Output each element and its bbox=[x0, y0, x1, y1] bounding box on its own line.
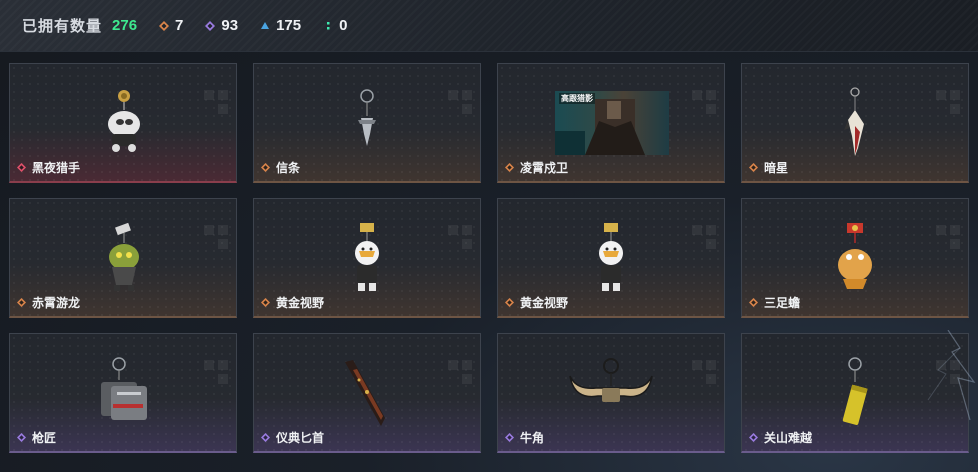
card-corner-pattern bbox=[936, 225, 960, 249]
item-name: 赤霄游龙 bbox=[32, 296, 81, 310]
horn-charm-icon bbox=[569, 358, 653, 402]
stat-purple-value: 93 bbox=[221, 17, 239, 34]
item-name-row: 三足蟾 bbox=[749, 294, 800, 311]
stat-orange: 7 bbox=[159, 17, 183, 34]
item-name: 黄金视野 bbox=[520, 296, 569, 310]
yellow-cylinder-charm-icon bbox=[842, 357, 868, 425]
purple-gem-icon bbox=[505, 433, 514, 442]
orange-gem-icon bbox=[261, 163, 270, 172]
purple-gem-icon bbox=[261, 433, 270, 442]
card-corner-pattern bbox=[204, 90, 228, 114]
card-corner-pattern bbox=[692, 360, 716, 384]
orange-gem-icon bbox=[159, 20, 170, 31]
video-caption: 高跟猎影 bbox=[559, 93, 595, 104]
green-gem-icon bbox=[327, 21, 330, 29]
orange-gem-icon bbox=[17, 298, 26, 307]
card-corner-pattern bbox=[448, 90, 472, 114]
item-card[interactable]: 暗星 bbox=[741, 63, 969, 183]
white-creature-charm-icon bbox=[108, 90, 140, 152]
blue-gem-icon bbox=[261, 21, 270, 29]
orange-gem-icon bbox=[261, 298, 270, 307]
red-gem-icon bbox=[17, 163, 26, 172]
item-name: 枪匠 bbox=[32, 431, 57, 445]
stat-blue-value: 175 bbox=[276, 17, 302, 34]
item-name-row: 枪匠 bbox=[17, 429, 56, 446]
orange-gem-icon bbox=[505, 163, 514, 172]
item-card[interactable]: 三足蟾 bbox=[741, 198, 969, 318]
green-dragon-charm-icon bbox=[109, 222, 139, 291]
item-card[interactable]: 高跟猎影 凌霄戍卫 bbox=[497, 63, 725, 183]
silver-blade-charm-icon bbox=[358, 89, 376, 146]
item-name: 牛角 bbox=[520, 431, 545, 445]
card-corner-pattern bbox=[448, 360, 472, 384]
chick-figure-charm-icon bbox=[599, 223, 623, 291]
card-corner-pattern bbox=[448, 225, 472, 249]
orange-gem-icon bbox=[505, 298, 514, 307]
item-name-row: 牛角 bbox=[505, 429, 544, 446]
card-corner-pattern bbox=[204, 225, 228, 249]
item-name-row: 黄金视野 bbox=[505, 294, 568, 311]
item-name: 黑夜猎手 bbox=[32, 161, 81, 175]
item-name-row: 黑夜猎手 bbox=[17, 159, 80, 176]
card-corner-pattern bbox=[204, 360, 228, 384]
item-card[interactable]: 黄金视野 bbox=[253, 198, 481, 318]
stat-blue: 175 bbox=[260, 17, 301, 34]
item-name-row: 凌霄戍卫 bbox=[505, 159, 568, 176]
stat-green-value: 0 bbox=[339, 17, 348, 34]
item-name-row: 关山难越 bbox=[749, 429, 812, 446]
item-name-row: 暗星 bbox=[749, 159, 788, 176]
item-name-row: 仪典匕首 bbox=[261, 429, 324, 446]
purple-gem-icon bbox=[17, 433, 26, 442]
summary-bar: 已拥有数量 276 7 93 175 0 bbox=[0, 0, 978, 52]
item-name: 关山难越 bbox=[764, 431, 813, 445]
stat-purple: 93 bbox=[205, 17, 238, 34]
card-corner-pattern bbox=[936, 90, 960, 114]
lightning-decoration bbox=[927, 330, 976, 421]
item-name: 黄金视野 bbox=[276, 296, 325, 310]
metal-tag-charm-icon bbox=[101, 357, 147, 420]
chick-figure-charm-icon bbox=[355, 223, 379, 291]
orange-gem-icon bbox=[749, 298, 758, 307]
item-name-row: 信条 bbox=[261, 159, 300, 176]
item-name: 凌霄戍卫 bbox=[520, 161, 569, 175]
item-name-row: 黄金视野 bbox=[261, 294, 324, 311]
orange-gem-icon bbox=[749, 163, 758, 172]
dagger-charm-icon bbox=[345, 360, 385, 426]
owned-label: 已拥有数量 bbox=[22, 18, 103, 35]
purple-gem-icon bbox=[205, 20, 216, 31]
stat-green: 0 bbox=[323, 17, 347, 34]
item-name: 仪典匕首 bbox=[276, 431, 325, 445]
item-grid: 黑夜猎手 信条 高跟猎影 凌霄戍卫 暗星 赤霄游龙 黄金视野 黄金视野 三足蟾 … bbox=[9, 63, 969, 463]
item-card[interactable]: 枪匠 bbox=[9, 333, 237, 453]
feather-pendant-charm-icon bbox=[844, 87, 864, 156]
stat-orange-value: 7 bbox=[175, 17, 184, 34]
item-name-row: 赤霄游龙 bbox=[17, 294, 80, 311]
item-name: 信条 bbox=[276, 161, 301, 175]
card-corner-pattern bbox=[692, 90, 716, 114]
item-card[interactable]: 黄金视野 bbox=[497, 198, 725, 318]
item-name: 三足蟾 bbox=[764, 296, 801, 310]
item-card[interactable]: 仪典匕首 bbox=[253, 333, 481, 453]
item-name: 暗星 bbox=[764, 161, 789, 175]
purple-gem-icon bbox=[749, 433, 758, 442]
item-card[interactable]: 牛角 bbox=[497, 333, 725, 453]
video-preview[interactable]: 高跟猎影 bbox=[555, 91, 669, 155]
item-card[interactable]: 赤霄游龙 bbox=[9, 198, 237, 318]
item-card[interactable]: 黑夜猎手 bbox=[9, 63, 237, 183]
card-corner-pattern bbox=[692, 225, 716, 249]
item-card[interactable]: 信条 bbox=[253, 63, 481, 183]
owned-count: 276 bbox=[112, 17, 138, 34]
golden-toad-charm-icon bbox=[838, 223, 872, 289]
